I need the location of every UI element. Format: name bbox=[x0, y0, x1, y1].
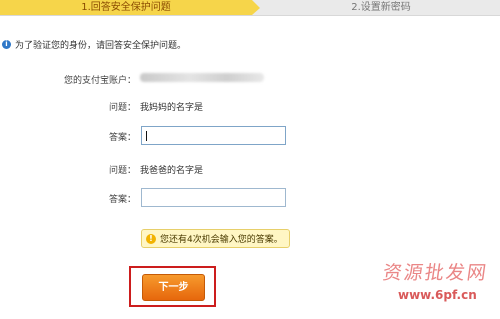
next-button[interactable]: 下一步 bbox=[142, 274, 205, 301]
info-message: i 为了验证您的身份，请回答安全保护问题。 bbox=[2, 38, 186, 51]
answer-2-label: 答案： bbox=[108, 195, 136, 205]
text-caret bbox=[146, 131, 147, 141]
attempts-tip-text: 您还有4次机会输入您的答案。 bbox=[160, 235, 283, 245]
question-1-label: 问题： bbox=[108, 103, 136, 113]
watermark-url: www.6pf.cn bbox=[398, 288, 477, 302]
account-value-blurred bbox=[140, 73, 264, 82]
answer-1-label: 答案： bbox=[108, 133, 136, 143]
step-2: 2.设置新密码 bbox=[351, 2, 411, 13]
account-label: 您的支付宝账户： bbox=[63, 76, 136, 86]
info-text: 为了验证您的身份，请回答安全保护问题。 bbox=[15, 41, 187, 51]
next-button-highlight: 下一步 bbox=[129, 266, 216, 307]
warning-icon: ! bbox=[146, 233, 156, 244]
question-1-text: 我妈妈的名字是 bbox=[140, 103, 204, 113]
question-2-label: 问题： bbox=[108, 166, 136, 176]
step-1-active: 1.回答安全保护问题 bbox=[0, 0, 260, 15]
step-bar: 1.回答安全保护问题 2.设置新密码 bbox=[0, 0, 500, 16]
info-icon: i bbox=[2, 40, 11, 49]
question-2-text: 我爸爸的名字是 bbox=[140, 166, 204, 176]
watermark-title: 资源批发网 bbox=[381, 262, 490, 284]
attempts-tip: ! 您还有4次机会输入您的答案。 bbox=[141, 229, 290, 248]
answer-1-input[interactable] bbox=[141, 126, 286, 145]
answer-2-input[interactable] bbox=[141, 188, 286, 207]
